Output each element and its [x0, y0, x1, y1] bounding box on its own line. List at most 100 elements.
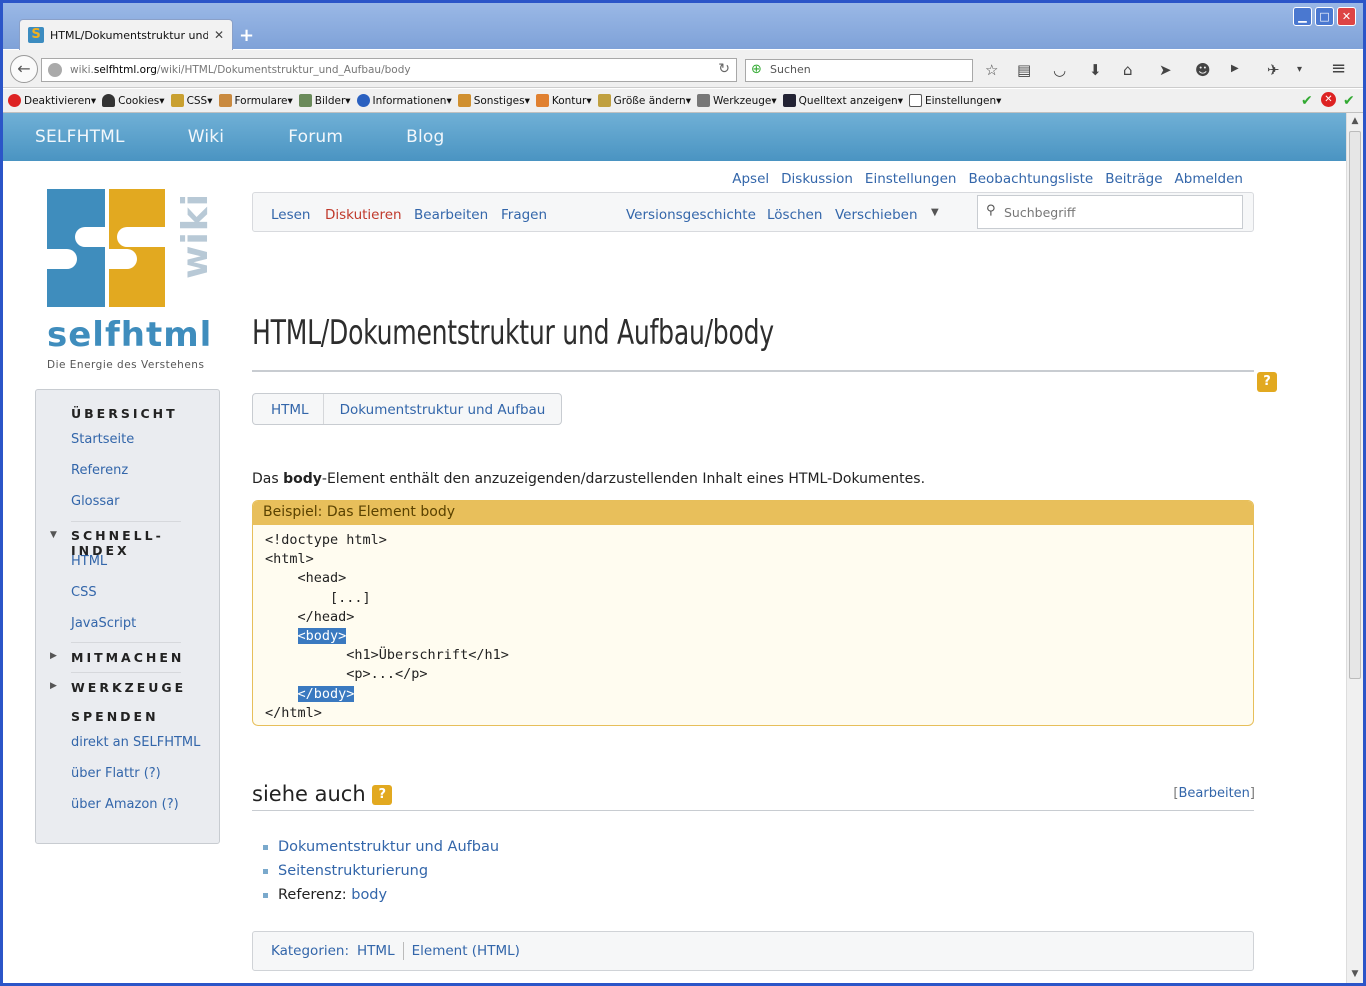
youtube-icon[interactable]: ▶ — [1231, 63, 1239, 74]
reading-list-icon[interactable]: ▤ — [1017, 61, 1031, 79]
address-bar[interactable]: wiki. selfhtml.org/wiki/HTML/Dokumentstru… — [41, 58, 737, 82]
tab-delete[interactable]: Löschen — [767, 207, 822, 223]
toolbar-item-groesse[interactable]: Größe ändern▾ — [597, 94, 691, 107]
toolbar-item-deaktivieren[interactable]: Deaktivieren▾ — [8, 94, 96, 107]
section-edit: [Bearbeiten] — [1173, 786, 1255, 801]
sidebar-item-html[interactable]: HTML — [71, 554, 107, 569]
toolbar-item-css[interactable]: CSS▾ — [170, 94, 213, 107]
url-domain: selfhtml.org — [93, 64, 157, 76]
toolbar-item-quelltext[interactable]: Quelltext anzeigen▾ — [782, 94, 903, 107]
selfhtml-favicon-icon: S — [28, 27, 44, 43]
tab-history[interactable]: Versionsgeschichte — [626, 207, 756, 223]
sidebar-heading-mitmachen[interactable]: MITMACHEN — [71, 650, 184, 665]
menu-hamburger-icon[interactable]: ≡ — [1331, 58, 1346, 79]
valid-check-icon-2[interactable]: ✔ — [1343, 93, 1355, 109]
help-question-icon[interactable]: ? — [1257, 372, 1277, 392]
tab-discuss[interactable]: Diskutieren — [325, 207, 402, 223]
collapsed-triangle-icon[interactable]: ▶ — [50, 681, 57, 691]
sidebar-item-javascript[interactable]: JavaScript — [71, 616, 136, 631]
help-question-icon[interactable]: ? — [372, 785, 393, 805]
category-html[interactable]: HTML — [357, 943, 395, 959]
toolbar-item-werkzeuge[interactable]: Werkzeuge▾ — [697, 94, 777, 107]
wiki-search-placeholder: Suchbegriff — [1004, 204, 1076, 220]
new-tab-icon[interactable]: + — [239, 25, 254, 46]
edit-section-link[interactable]: Bearbeiten — [1178, 786, 1249, 801]
nav-forum[interactable]: Forum — [288, 127, 343, 147]
nav-wiki[interactable]: Wiki — [188, 127, 225, 147]
sidebar-item-referenz[interactable]: Referenz — [71, 463, 128, 478]
extension-icon[interactable]: ✈ — [1267, 61, 1280, 79]
user-link[interactable]: Apsel — [732, 171, 769, 187]
preferences-link[interactable]: Einstellungen — [865, 171, 957, 187]
sidebar-item-css[interactable]: CSS — [71, 585, 97, 600]
webdeveloper-toolbar: Deaktivieren▾ Cookies▾ CSS▾ Formulare▾ B… — [3, 89, 1363, 113]
see-also-link[interactable]: Dokumentstruktur und Aufbau — [278, 839, 499, 855]
category-element-html[interactable]: Element (HTML) — [412, 943, 520, 959]
code-line-highlighted: </body> — [265, 685, 355, 702]
send-icon[interactable]: ➤ — [1159, 61, 1172, 79]
download-icon[interactable]: ⬇ — [1089, 61, 1102, 79]
toolbar-item-sonstiges[interactable]: Sonstiges▾ — [457, 94, 530, 107]
clipboard-icon — [218, 94, 232, 107]
scroll-down-icon[interactable]: ▼ — [1347, 966, 1363, 983]
sidebar-item-donate-amazon[interactable]: über Amazon (?) — [71, 797, 179, 812]
selfhtml-logo[interactable]: wiki selfhtml Die Energie des Verstehens — [47, 189, 217, 377]
breadcrumb-document-structure[interactable]: Dokumentstruktur und Aufbau — [324, 394, 562, 424]
toolbar-item-bilder[interactable]: Bilder▾ — [298, 94, 351, 107]
watchlist-link[interactable]: Beobachtungsliste — [968, 171, 1093, 187]
valid-check-icon[interactable]: ✔ — [1301, 93, 1313, 109]
error-icon[interactable]: ✕ — [1321, 92, 1336, 107]
sidebar-heading-werkzeuge[interactable]: WERKZEUGE — [71, 680, 186, 695]
maximize-button[interactable]: □ — [1315, 7, 1334, 26]
toolbar-item-formulare[interactable]: Formulare▾ — [218, 94, 293, 107]
breadcrumb-html[interactable]: HTML — [253, 394, 324, 424]
scroll-thumb[interactable] — [1349, 131, 1361, 679]
reference-body-link[interactable]: body — [351, 887, 387, 903]
categories-label[interactable]: Kategorien: — [271, 943, 349, 959]
minimize-button[interactable]: ▁ — [1293, 7, 1312, 26]
toolbar-item-cookies[interactable]: Cookies▾ — [102, 94, 165, 107]
logo-wordmark: selfhtml — [47, 315, 213, 355]
page-title: HTML/Dokumentstruktur und Aufbau/body — [252, 313, 774, 353]
close-tab-icon[interactable]: ✕ — [214, 28, 224, 42]
logout-link[interactable]: Abmelden — [1175, 171, 1243, 187]
user-talk-link[interactable]: Diskussion — [781, 171, 853, 187]
tab-edit[interactable]: Bearbeiten — [414, 207, 488, 223]
bookmark-star-icon[interactable]: ☆ — [985, 61, 998, 79]
nav-blog[interactable]: Blog — [406, 127, 444, 147]
sidebar-item-donate-direct[interactable]: direkt an SELFHTML — [71, 735, 200, 750]
more-actions-chevron-icon[interactable]: ▼ — [931, 207, 939, 218]
search-icon: ⚲ — [986, 203, 996, 218]
toolbar-item-kontur[interactable]: Kontur▾ — [535, 94, 592, 107]
toolbar-item-einstellungen[interactable]: Einstellungen▾ — [908, 94, 1001, 107]
reload-icon[interactable]: ↻ — [718, 61, 730, 77]
see-also-link[interactable]: Seitenstrukturierung — [278, 863, 428, 879]
sidebar-item-glossar[interactable]: Glossar — [71, 494, 120, 509]
vertical-scrollbar[interactable]: ▲ ▼ — [1346, 113, 1363, 983]
expanded-triangle-icon[interactable]: ▼ — [50, 530, 57, 540]
home-icon[interactable]: ⌂ — [1123, 61, 1133, 79]
overflow-chevron-icon[interactable]: ▾ — [1297, 64, 1302, 75]
close-window-button[interactable]: ✕ — [1337, 7, 1356, 26]
url-path: /wiki/HTML/Dokumentstruktur_und_Aufbau/b… — [156, 64, 411, 76]
pocket-icon[interactable]: ◡ — [1053, 61, 1066, 79]
nav-selfhtml[interactable]: SELFHTML — [35, 127, 125, 147]
back-arrow-icon[interactable]: ← — [10, 55, 38, 83]
wiki-search-input[interactable]: ⚲ Suchbegriff — [977, 195, 1243, 229]
toolbar-item-informationen[interactable]: Informationen▾ — [356, 94, 452, 107]
resize-icon — [597, 94, 611, 107]
sidebar-item-donate-flattr[interactable]: über Flattr (?) — [71, 766, 161, 781]
browser-search-input[interactable]: ⊕ Suchen — [745, 59, 973, 82]
sidebar-item-startseite[interactable]: Startseite — [71, 432, 134, 447]
tab-move[interactable]: Verschieben — [835, 207, 918, 223]
browser-tab[interactable]: S HTML/Dokumentstruktur und ... ✕ — [19, 19, 233, 50]
chat-icon[interactable]: ☻ — [1195, 61, 1211, 79]
tab-read[interactable]: Lesen — [271, 207, 311, 223]
contributions-link[interactable]: Beiträge — [1105, 171, 1162, 187]
tab-questions[interactable]: Fragen — [501, 207, 547, 223]
scroll-up-icon[interactable]: ▲ — [1347, 113, 1363, 130]
site-info-icon[interactable] — [48, 63, 62, 77]
toolbar-label: Cookies▾ — [118, 94, 165, 107]
sidebar-heading-spenden: SPENDEN — [71, 709, 159, 724]
collapsed-triangle-icon[interactable]: ▶ — [50, 651, 57, 661]
